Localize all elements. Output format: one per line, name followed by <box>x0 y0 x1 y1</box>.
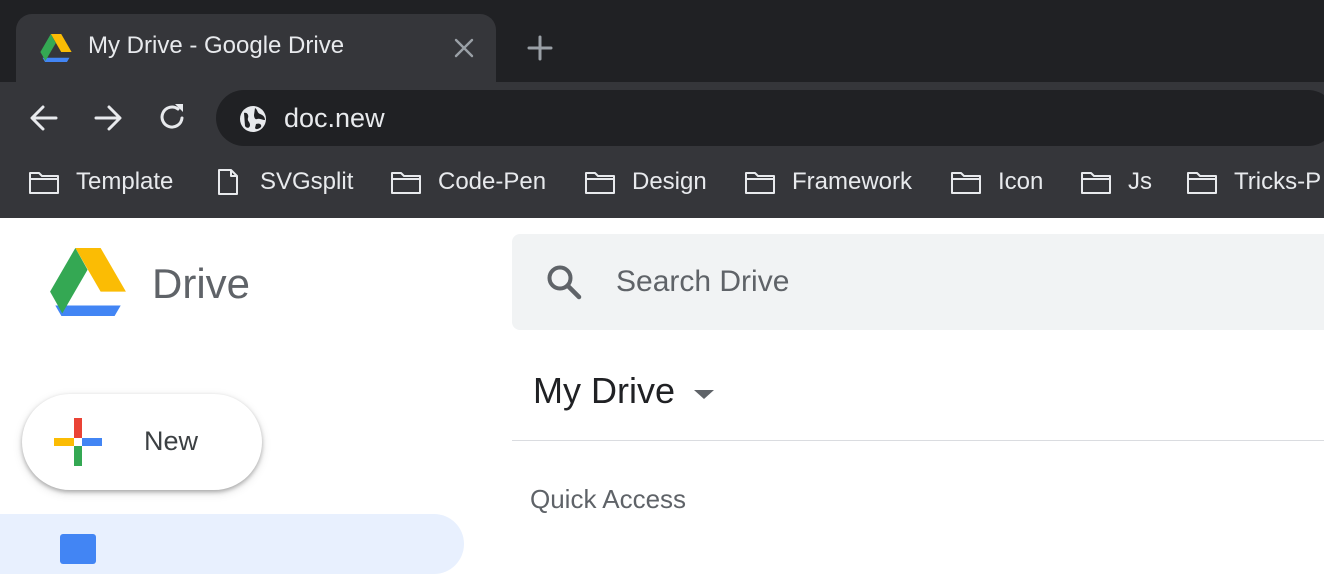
bookmark-svgsplit[interactable]: SVGsplit <box>212 166 353 198</box>
folder-icon <box>745 172 775 194</box>
search-input[interactable] <box>616 262 1216 302</box>
browser-chrome: My Drive - Google Drive doc.new Template <box>0 0 1324 218</box>
forward-arrow-icon[interactable] <box>90 100 126 136</box>
search-icon[interactable] <box>544 262 584 302</box>
tab-strip: My Drive - Google Drive <box>0 0 1324 82</box>
bookmark-label: Template <box>76 168 174 195</box>
drive-logo-icon[interactable] <box>48 248 128 316</box>
bookmark-label: Js <box>1128 168 1152 195</box>
url-text: doc.new <box>284 103 385 133</box>
tab-title: My Drive - Google Drive <box>88 32 345 59</box>
search-bar[interactable] <box>512 234 1324 330</box>
bookmark-tricks[interactable]: Tricks-P <box>1186 166 1321 198</box>
bookmark-template[interactable]: Template <box>28 166 173 198</box>
bookmark-label: Tricks-P <box>1234 168 1322 195</box>
close-icon[interactable] <box>452 36 476 60</box>
folder-icon <box>585 172 615 194</box>
page-title[interactable]: My Drive <box>533 370 675 412</box>
colored-plus-icon <box>54 418 102 466</box>
bookmark-label: Framework <box>792 168 913 195</box>
folder-icon <box>951 172 981 194</box>
section-heading: Quick Access <box>530 484 687 514</box>
globe-icon[interactable] <box>238 104 268 134</box>
browser-tab[interactable]: My Drive - Google Drive <box>16 14 496 82</box>
folder-icon <box>1081 172 1111 194</box>
app-name[interactable]: Drive <box>152 260 250 308</box>
page-icon <box>218 169 238 195</box>
bookmark-label: SVGsplit <box>260 168 354 195</box>
bookmark-icon[interactable]: Icon <box>950 166 1043 198</box>
bookmark-label: Icon <box>998 168 1044 195</box>
bookmark-label: Design <box>632 168 707 195</box>
new-button-label: New <box>144 426 199 456</box>
drive-favicon-icon <box>40 34 72 62</box>
new-tab-plus-icon[interactable] <box>524 32 556 64</box>
folder-icon <box>1187 172 1217 194</box>
my-drive-icon <box>60 534 96 564</box>
bookmark-label: Code-Pen <box>438 168 547 195</box>
bookmark-code-pen[interactable]: Code-Pen <box>390 166 546 198</box>
folder-icon <box>29 172 59 194</box>
sidebar-item-my-drive[interactable] <box>0 514 464 574</box>
back-arrow-icon[interactable] <box>26 100 62 136</box>
reload-icon[interactable] <box>154 100 190 136</box>
bookmark-js[interactable]: Js <box>1080 166 1152 198</box>
folder-icon <box>391 172 421 194</box>
divider <box>512 440 1324 441</box>
bookmark-design[interactable]: Design <box>584 166 707 198</box>
bookmark-framework[interactable]: Framework <box>744 166 912 198</box>
bookmarks-bar: Template SVGsplit Code-Pen Design Framew… <box>0 160 1324 204</box>
new-button[interactable]: New <box>22 394 262 490</box>
address-bar[interactable]: doc.new <box>216 90 1324 146</box>
caret-down-icon[interactable] <box>690 386 718 402</box>
